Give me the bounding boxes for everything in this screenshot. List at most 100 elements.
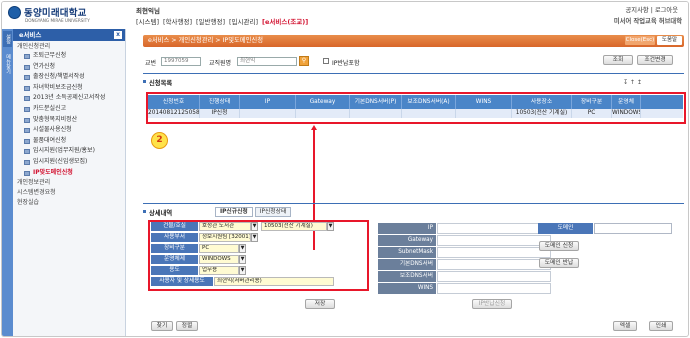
name-label: 교직원명 — [209, 60, 232, 67]
sidebar-close-icon[interactable]: x — [114, 31, 122, 39]
excel-button[interactable]: 엑셀 — [613, 321, 637, 331]
net-label: 보조DNS서버 — [378, 271, 436, 282]
document-icon — [24, 117, 30, 123]
document-icon — [24, 96, 30, 102]
divider — [143, 203, 684, 204]
sidebar-item-label: 자녀학비보조금신청 — [33, 83, 83, 91]
main-content: e서비스 > 개인신청관리 > IP및도메인신청 Close(Esc) 도움말 … — [129, 29, 688, 336]
document-icon — [24, 54, 30, 59]
ip-return-checkbox[interactable] — [323, 58, 329, 64]
sort-button[interactable]: 정렬 — [176, 321, 198, 331]
vertical-tab-strip: 설정 메뉴찾기 — [2, 29, 13, 336]
sidebar-item-label: 출장신청/책별서작성 — [33, 73, 85, 81]
sidebar-item[interactable]: 조퇴근무신청 — [13, 51, 125, 62]
document-icon — [24, 128, 30, 134]
help-button[interactable]: 도움말 — [657, 36, 682, 45]
gateway-value — [437, 235, 551, 246]
nav-system[interactable]: [시스템] — [136, 16, 159, 26]
sidebar: e서비스 x 개인신청관리 조퇴근무신청 연가신청 출장신청/책별서작성 자녀학… — [13, 29, 126, 336]
sidebar-item[interactable]: 시설물사용신청 — [13, 125, 125, 136]
net-row: IP — [378, 223, 551, 235]
reset-condition-button[interactable]: 조건변경 — [637, 55, 673, 65]
sidebar-group-profile[interactable]: 개인정보관리 — [13, 178, 125, 188]
document-icon — [24, 106, 30, 112]
breadcrumb: e서비스 > 개인신청관리 > IP및도메인신청 — [148, 37, 263, 44]
net-row: Gateway — [378, 235, 551, 247]
list-tool-icons[interactable]: ↧ ↑ ↥ — [623, 79, 642, 86]
document-icon — [24, 170, 30, 176]
annotation-arrow-head-icon — [311, 125, 317, 130]
nav-eservice[interactable]: [e서비스(조교)] — [262, 16, 308, 26]
sidebar-item[interactable]: 카드분실신고 — [13, 104, 125, 115]
subnet-value — [437, 247, 551, 258]
detail-section-title: 상세내역 — [143, 208, 172, 217]
sidebar-item[interactable]: 물품대여신청 — [13, 136, 125, 147]
nav-admission[interactable]: [입시관리] — [229, 16, 258, 26]
highlight-box-form — [148, 220, 369, 291]
print-button[interactable]: 인쇄 — [649, 321, 673, 331]
sidebar-group-field-practice[interactable]: 현장실습 — [13, 198, 125, 208]
save-button[interactable]: 저장 — [305, 299, 335, 309]
sidebar-item[interactable]: 연가신청 — [13, 62, 125, 73]
net-label: IP — [378, 223, 436, 234]
domain-input[interactable] — [594, 223, 672, 234]
tab-ip-status[interactable]: IP신청상태 — [254, 207, 292, 217]
bottom-bar: 찾기 정렬 엑셀 인쇄 — [143, 319, 684, 333]
sidebar-item-label: 조퇴근무신청 — [33, 52, 67, 59]
domain-return-button[interactable]: 도메인 반납 — [539, 258, 579, 268]
top-header: 동양미래대학교 DONGYANG MIRAE UNIVERSITY 최현익님 [… — [2, 2, 688, 29]
sidebar-item[interactable]: 2013년 소득공제신고서작성 — [13, 93, 125, 104]
document-icon — [24, 64, 30, 70]
sidebar-item-label: 물품대여신청 — [33, 136, 67, 144]
sidebar-item[interactable]: 출장신청/책별서작성 — [13, 72, 125, 83]
sidebar-item[interactable]: 자녀학비보조금신청 — [13, 83, 125, 94]
app-frame: 동양미래대학교 DONGYANG MIRAE UNIVERSITY 최현익님 [… — [1, 1, 689, 337]
dns-secondary-value — [437, 271, 551, 282]
top-links[interactable]: 공지사항 | 로그아웃 — [626, 5, 678, 14]
sidebar-group-change-request[interactable]: 시스템변경요청 — [13, 188, 125, 198]
search-bar: 교번 1997059 교직원명 최현익 ⚲ IP반납포함 조회 조건변경 — [143, 55, 684, 69]
query-button[interactable]: 조회 — [603, 55, 633, 65]
sidebar-group-personal[interactable]: 개인신청관리 — [13, 41, 125, 51]
close-esc-button[interactable]: Close(Esc) — [625, 36, 655, 45]
net-row: 보조DNS서버 — [378, 271, 551, 283]
net-row: SubnetMask — [378, 247, 551, 259]
nav-academic[interactable]: [학사행정] — [163, 16, 192, 26]
find-button[interactable]: 찾기 — [151, 321, 173, 331]
document-icon — [24, 159, 30, 165]
sidebar-item-label: 입시지원(업무지원/홍보) — [33, 147, 95, 155]
net-label: 기본DNS서버 — [378, 259, 436, 270]
detail-tabs: IP신규신청 IP신청상태 — [215, 207, 292, 217]
net-row: 기본DNS서버 — [378, 259, 551, 271]
user-name: 최현익님 — [136, 7, 160, 15]
vtab-settings[interactable]: 설정 — [3, 31, 12, 47]
dns-primary-value — [437, 259, 551, 270]
sidebar-item-label: 맞춤형복지비정산 — [33, 115, 78, 123]
network-info-grid: IP Gateway SubnetMask 기본DNS서버 보조DNS서버 WI… — [378, 223, 551, 295]
sidebar-item-label: 카드분실신고 — [33, 104, 67, 112]
name-input[interactable]: 최현익 — [237, 57, 297, 66]
tab-ip-new[interactable]: IP신규신청 — [215, 207, 253, 217]
vtab-menu-search[interactable]: 메뉴찾기 — [3, 49, 12, 79]
sidebar-item[interactable]: 입시지원(업무지원/홍보) — [13, 146, 125, 157]
domain-label: 도메인 — [538, 223, 593, 234]
wins-value — [437, 283, 551, 294]
id-input[interactable]: 1997059 — [161, 57, 201, 66]
sidebar-item[interactable]: 입시지원(신입생모집) — [13, 157, 125, 168]
net-label: SubnetMask — [378, 247, 436, 258]
search-icon[interactable]: ⚲ — [299, 56, 309, 66]
net-row: WINS — [378, 283, 551, 295]
sidebar-item-label: 시설물사용신청 — [33, 126, 72, 134]
step-marker: 2 — [151, 132, 168, 149]
nav-general[interactable]: [일반행정] — [196, 16, 225, 26]
ip-return-button[interactable]: IP반납신청 — [472, 299, 512, 309]
highlight-box-list — [146, 92, 686, 124]
sidebar-item[interactable]: 맞춤형복지비정산 — [13, 115, 125, 126]
document-icon — [24, 75, 30, 81]
document-icon — [24, 85, 30, 91]
sidebar-item-ip-domain[interactable]: IP맞도메인신청 — [13, 168, 125, 179]
ip-return-label: IP반납포함 — [332, 60, 360, 67]
domain-request-button[interactable]: 도메인 신청 — [539, 241, 579, 251]
sidebar-item-label: 2013년 소득공제신고서작성 — [33, 94, 106, 102]
logo[interactable]: 동양미래대학교 DONGYANG MIRAE UNIVERSITY — [8, 5, 90, 23]
